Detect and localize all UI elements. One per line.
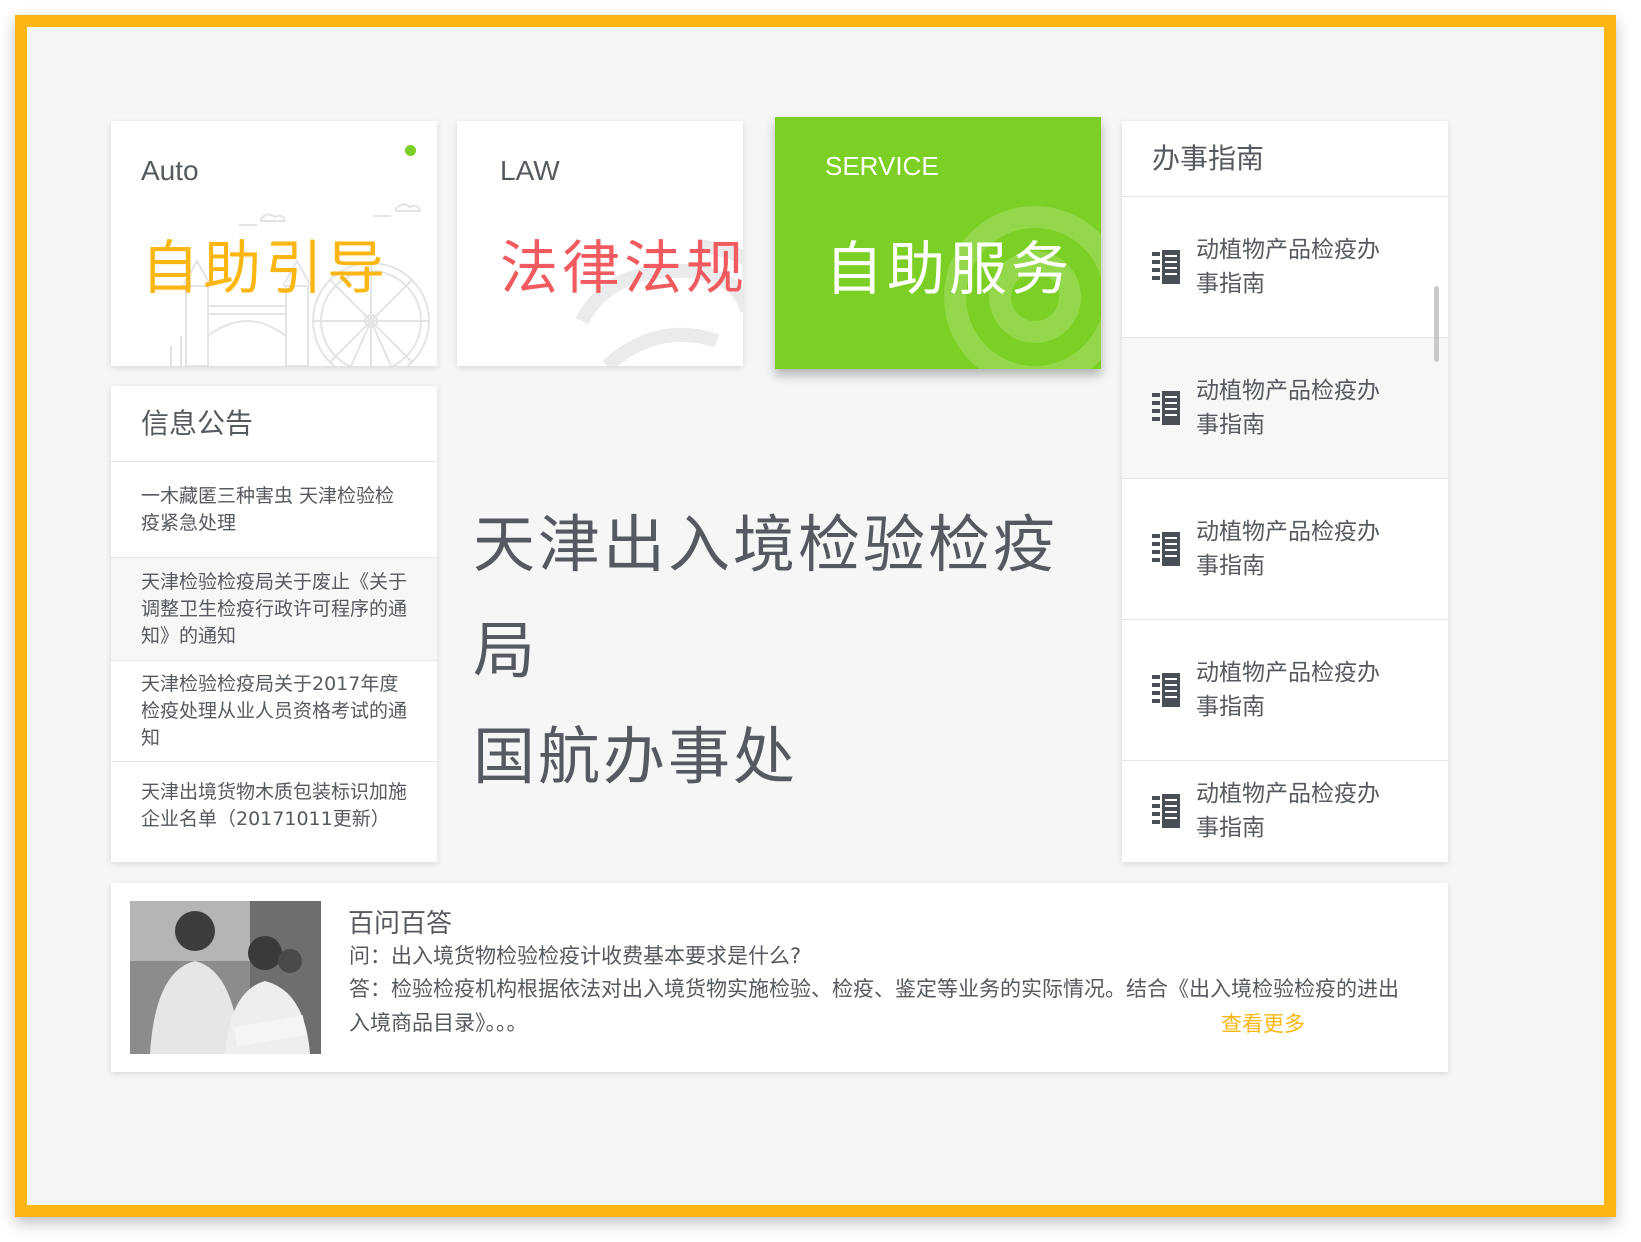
tile-law-tag: LAW — [500, 155, 560, 186]
notice-item[interactable]: 一木藏匿三种害虫 天津检验检疫紧急处理 — [111, 462, 437, 558]
notice-item-text: 天津出境货物木质包装标识加施企业名单（20171011更新） — [141, 781, 408, 830]
office-title: 天津出入境检验检疫局 国航办事处 — [473, 492, 1113, 810]
guide-panel: 办事指南 动植物产品检疫办事指南 动植物产品检疫办事指南 动植物产品检疫办事指南… — [1122, 121, 1448, 862]
notice-item-text: 一木藏匿三种害虫 天津检验检疫紧急处理 — [141, 484, 395, 534]
tile-service-tag: SERVICE — [825, 151, 939, 181]
document-list-icon — [1152, 250, 1180, 284]
notice-item-text: 天津检验检疫局关于废止《关于调整卫生检疫行政许可程序的通知》的通知 — [141, 570, 408, 647]
guide-scrollbar[interactable] — [1434, 286, 1439, 362]
notice-panel-title: 信息公告 — [111, 386, 437, 462]
guide-item[interactable]: 动植物产品检疫办事指南 — [1122, 761, 1448, 861]
document-list-icon — [1152, 532, 1180, 566]
see-more-link[interactable]: 查看更多 — [1221, 1008, 1305, 1038]
notice-item[interactable]: 天津检验检疫局关于2017年度检疫处理从业人员资格考试的通知 — [111, 661, 437, 762]
notice-panel: 信息公告 一木藏匿三种害虫 天津检验检疫紧急处理 天津检验检疫局关于废止《关于调… — [111, 386, 437, 862]
office-title-line2: 国航办事处 — [473, 720, 799, 793]
document-list-icon — [1152, 391, 1180, 425]
qa-question: 问：出入境货物检验检疫计收费基本要求是什么? — [349, 944, 802, 968]
notice-item[interactable]: 天津检验检疫局关于废止《关于调整卫生检疫行政许可程序的通知》的通知 — [111, 558, 437, 661]
qa-title: 百问百答 — [348, 909, 453, 939]
tile-law-title: 法律法规 — [500, 234, 743, 302]
tile-auto-title: 自助引导 — [141, 234, 390, 302]
guide-item[interactable]: 动植物产品检疫办事指南 — [1122, 620, 1448, 761]
tile-auto-guide[interactable]: Auto 自助引导 — [111, 121, 437, 366]
guide-item[interactable]: 动植物产品检疫办事指南 — [1122, 479, 1448, 620]
document-list-icon — [1152, 794, 1180, 828]
notice-item-text: 天津检验检疫局关于2017年度检疫处理从业人员资格考试的通知 — [141, 672, 408, 749]
guide-item-label: 动植物产品检疫办事指南 — [1196, 237, 1380, 297]
status-dot — [405, 145, 416, 156]
tile-self-service[interactable]: SERVICE 自助服务 — [775, 117, 1101, 369]
document-list-icon — [1152, 673, 1180, 707]
inspection-officers-photo — [130, 901, 321, 1054]
guide-panel-title: 办事指南 — [1122, 121, 1448, 197]
guide-item-label: 动植物产品检疫办事指南 — [1196, 781, 1380, 841]
guide-item-label: 动植物产品检疫办事指南 — [1196, 519, 1380, 579]
qa-panel: 百问百答 问：出入境货物检验检疫计收费基本要求是什么? 答：检验检疫机构根据依法… — [111, 883, 1448, 1072]
tile-law[interactable]: LAW 法律法规 — [457, 121, 743, 366]
tile-auto-tag: Auto — [141, 155, 199, 186]
guide-item-label: 动植物产品检疫办事指南 — [1196, 378, 1380, 438]
guide-item[interactable]: 动植物产品检疫办事指南 — [1122, 338, 1448, 479]
office-title-line1: 天津出入境检验检疫局 — [473, 508, 1059, 687]
tile-service-title: 自助服务 — [825, 235, 1074, 303]
guide-item-label: 动植物产品检疫办事指南 — [1196, 660, 1380, 720]
guide-item[interactable]: 动植物产品检疫办事指南 — [1122, 197, 1448, 338]
notice-item[interactable]: 天津出境货物木质包装标识加施企业名单（20171011更新） — [111, 762, 437, 850]
